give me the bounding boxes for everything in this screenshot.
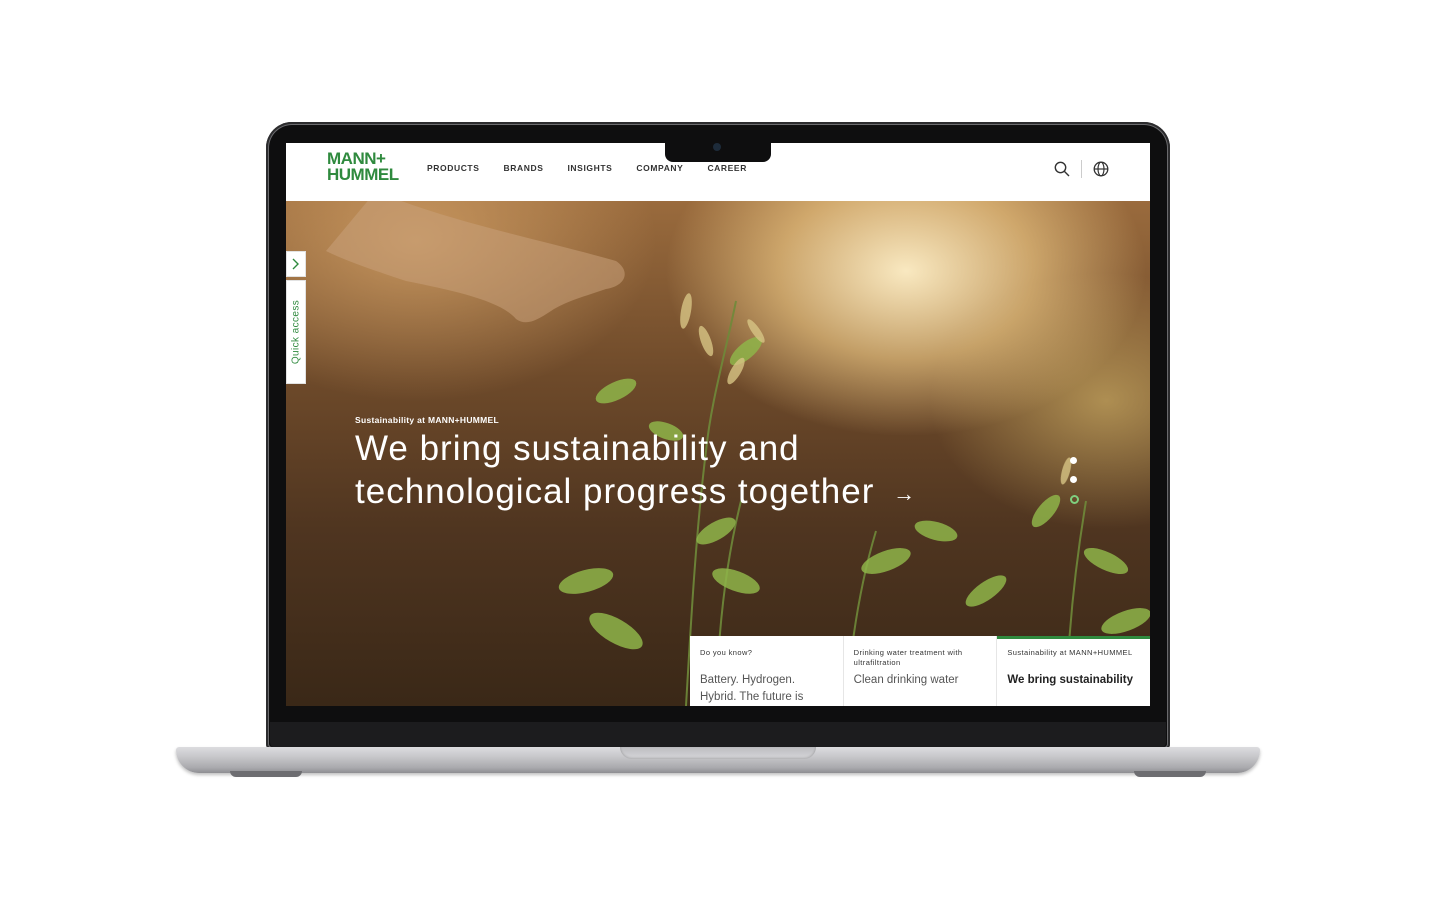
- quick-access-label: Quick access: [290, 299, 302, 365]
- quick-access-panel: Quick access: [286, 251, 306, 384]
- card-title: Battery. Hydrogen. Hybrid. The future is: [700, 674, 804, 703]
- slide-indicator: [1070, 457, 1080, 516]
- hero-headline-line-2: technological progress together: [355, 472, 875, 511]
- slide-dot-1[interactable]: [1070, 457, 1077, 464]
- card-title: We bring sustainability: [1007, 674, 1134, 686]
- card-title: Clean drinking water: [853, 674, 959, 686]
- laptop-foot-left: [230, 771, 302, 777]
- logo-line-2: HUMMEL: [327, 165, 399, 184]
- teaser-card-2[interactable]: Drinking water treatment with ultrafiltr…: [842, 636, 997, 706]
- hero-eyebrow: Sustainability at MANN+HUMMEL: [355, 415, 500, 425]
- hero-headline-line-1: We bring sustainability and: [355, 429, 800, 468]
- slide-dot-2[interactable]: [1070, 476, 1077, 483]
- card-kicker: Do you know?: [700, 648, 753, 657]
- chevron-right-icon[interactable]: [286, 251, 306, 277]
- header-actions: [1053, 160, 1110, 178]
- laptop-bezel-bottom: [270, 722, 1166, 748]
- main-nav: PRODUCTS BRANDS INSIGHTS COMPANY CAREER: [427, 163, 771, 173]
- nav-career[interactable]: CAREER: [707, 163, 747, 173]
- teaser-cards: Do you know? Battery. Hydrogen. Hybrid. …: [690, 636, 1150, 706]
- browser-screen: MANN+ HUMMEL PRODUCTS BRANDS INSIGHTS CO…: [286, 143, 1150, 706]
- nav-company[interactable]: COMPANY: [636, 163, 683, 173]
- arrow-right-icon: →: [893, 481, 917, 507]
- nav-brands[interactable]: BRANDS: [504, 163, 544, 173]
- laptop-base-notch: [620, 747, 816, 759]
- teaser-card-1[interactable]: Do you know? Battery. Hydrogen. Hybrid. …: [690, 636, 843, 706]
- search-icon[interactable]: [1053, 160, 1071, 178]
- hero-headline[interactable]: We bring sustainability and technologica…: [355, 427, 995, 515]
- globe-icon[interactable]: [1092, 160, 1110, 178]
- card-kicker: Sustainability at MANN+HUMMEL: [1007, 648, 1133, 657]
- header-divider: [1081, 160, 1082, 178]
- brand-logo[interactable]: MANN+ HUMMEL: [327, 150, 399, 184]
- camera-icon: [713, 143, 721, 151]
- card-kicker: Drinking water treatment with ultrafiltr…: [853, 648, 963, 667]
- quick-access-tab[interactable]: Quick access: [286, 280, 306, 384]
- hero-banner: Quick access Sustainability at MANN+HUMM…: [286, 201, 1150, 706]
- teaser-card-3[interactable]: Sustainability at MANN+HUMMEL We bring s…: [996, 636, 1150, 706]
- slide-dot-3[interactable]: [1070, 495, 1079, 504]
- laptop-foot-right: [1134, 771, 1206, 777]
- nav-products[interactable]: PRODUCTS: [427, 163, 480, 173]
- nav-insights[interactable]: INSIGHTS: [567, 163, 612, 173]
